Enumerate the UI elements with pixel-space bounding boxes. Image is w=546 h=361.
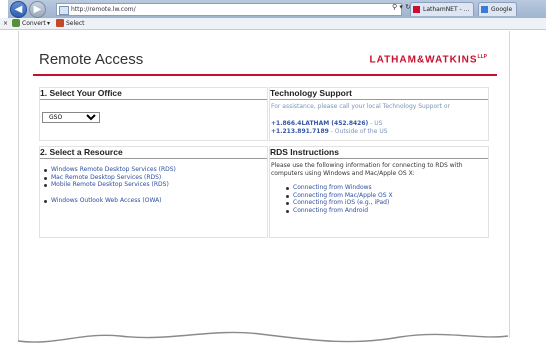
rds-heading: RDS Instructions <box>270 147 488 159</box>
page-content: Remote Access LATHAM&WATKINSLLP 1. Selec… <box>18 31 510 361</box>
address-url: http://remote.lw.com/ <box>71 6 136 13</box>
resource-panel: 2. Select a Resource Windows Remote Desk… <box>39 146 268 238</box>
resource-link-windows-rds[interactable]: Windows Remote Desktop Services (RDS) <box>42 166 176 174</box>
support-phone-outside: +1.213.891.7189 - Outside of the US <box>271 128 388 135</box>
dropdown-icon[interactable]: ▾ <box>399 3 403 11</box>
rds-link-ios[interactable]: Connecting from iOS (e.g., iPad) <box>284 199 393 207</box>
close-icon[interactable]: × <box>3 18 8 29</box>
browser-toolbar: ◀ ▶ http://remote.lw.com/ ⚲ ▾ ↻ LathamNE… <box>8 0 546 19</box>
brand-logo: LATHAM&WATKINSLLP <box>369 54 487 66</box>
office-heading: 1. Select Your Office <box>40 88 267 100</box>
rds-link-list: Connecting from Windows Connecting from … <box>284 184 393 214</box>
resource-link-owa[interactable]: Windows Outlook Web Access (OWA) <box>42 197 162 205</box>
page-header: Remote Access LATHAM&WATKINSLLP <box>19 31 509 69</box>
search-icon[interactable]: ⚲ <box>392 3 397 11</box>
phone-outside-link[interactable]: +1.213.891.7189 <box>271 128 329 135</box>
rds-panel: RDS Instructions Please use the followin… <box>269 146 489 238</box>
tab-google[interactable]: Google <box>478 2 518 16</box>
header-divider <box>33 74 497 76</box>
support-phone-us: +1.866.4LATHAM (452.8426) - US <box>271 120 383 127</box>
select-button[interactable]: Select <box>66 18 85 29</box>
resource-heading: 2. Select a Resource <box>40 147 267 159</box>
convert-icon <box>12 19 20 27</box>
office-select[interactable]: GSO <box>42 112 100 123</box>
select-icon <box>56 19 64 27</box>
convert-button[interactable]: Convert <box>22 18 46 29</box>
support-intro: For assistance, please call your local T… <box>271 103 450 110</box>
rds-intro: Please use the following information for… <box>271 162 463 177</box>
phone-us-link[interactable]: +1.866.4LATHAM (452.8426) <box>271 120 368 127</box>
rds-link-windows[interactable]: Connecting from Windows <box>284 184 393 192</box>
command-bar: × Convert ▾ Select <box>0 18 546 30</box>
page-title: Remote Access <box>39 51 144 68</box>
tab-lathamnet[interactable]: LathamNET - ... <box>410 2 475 16</box>
resource-list: Windows Remote Desktop Services (RDS) Ma… <box>42 166 176 189</box>
rds-link-android[interactable]: Connecting from Android <box>284 207 393 215</box>
forward-button[interactable]: ▶ <box>29 1 46 18</box>
rds-link-mac[interactable]: Connecting from Mac/Apple OS X <box>284 192 393 200</box>
address-controls: ⚲ ▾ ↻ <box>392 3 411 11</box>
support-panel: Technology Support For assistance, pleas… <box>269 87 489 141</box>
resource-link-mac-rds[interactable]: Mac Remote Desktop Services (RDS) <box>42 174 176 182</box>
support-heading: Technology Support <box>270 88 488 100</box>
torn-edge-decoration <box>0 331 546 361</box>
back-button[interactable]: ◀ <box>10 1 27 18</box>
page-favicon-icon <box>59 6 69 15</box>
google-icon <box>481 6 488 13</box>
chevron-down-icon[interactable]: ▾ <box>47 18 50 29</box>
address-bar[interactable]: http://remote.lw.com/ <box>56 3 402 16</box>
office-panel: 1. Select Your Office GSO <box>39 87 268 141</box>
owa-list: Windows Outlook Web Access (OWA) <box>42 197 162 205</box>
resource-link-mobile-rds[interactable]: Mobile Remote Desktop Services (RDS) <box>42 181 176 189</box>
latham-icon <box>413 6 420 13</box>
